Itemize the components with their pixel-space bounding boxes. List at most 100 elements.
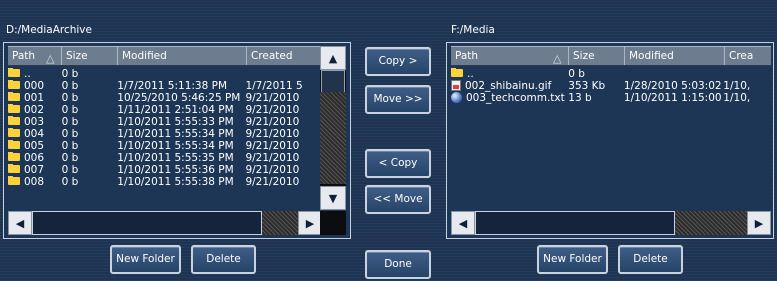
scroll-down-button[interactable]: ▼ <box>320 186 346 210</box>
file-row[interactable]: 003_techcomm.txt13 b 1/10/2011 1:15:00 PM… <box>451 92 769 104</box>
file-row[interactable]: .. 0 b <box>451 68 769 80</box>
right-col-created[interactable]: Crea <box>725 47 771 65</box>
scroll-left-button[interactable]: ◀ <box>451 211 475 235</box>
cell-created: 1/7/2011 5 <box>245 80 303 92</box>
move-right-button[interactable]: Move >> <box>365 85 431 114</box>
folder-icon <box>8 92 20 101</box>
scroll-right-button[interactable]: ▶ <box>298 211 322 235</box>
right-col-size[interactable]: Size <box>569 47 625 65</box>
left-column-header: Path △ Size Modified Created <box>8 46 322 66</box>
scroll-thumb[interactable] <box>321 70 345 94</box>
left-file-list[interactable]: Path △ Size Modified Created .. 0 b 000 0 b… <box>3 42 351 239</box>
scroll-track[interactable] <box>320 92 346 184</box>
cell-modified: 1/10/2011 5:55:38 PM <box>117 176 234 188</box>
cell-created: 9/21/2010 <box>245 92 300 104</box>
cell-name: 003 <box>8 116 62 128</box>
scroll-left-button[interactable]: ◀ <box>8 211 32 235</box>
horizontal-hatch <box>262 211 298 235</box>
folder-icon <box>8 68 20 77</box>
right-horizontal-scrollbar[interactable]: ◀ ▶ <box>451 211 771 235</box>
cell-modified: 1/10/2011 5:55:34 PM <box>117 140 234 152</box>
left-path-label: D:/MediaArchive <box>6 24 92 36</box>
left-col-created[interactable]: Created <box>247 47 322 65</box>
cell-modified: 1/11/2011 2:51:04 PM <box>117 104 234 116</box>
file-row[interactable]: 001 0 b 10/25/2010 5:46:25 PM 9/21/2010 <box>8 92 320 104</box>
right-delete-button[interactable]: Delete <box>618 245 683 274</box>
file-row[interactable]: 002 0 b 1/11/2011 2:51:04 PM 9/21/2010 <box>8 104 320 116</box>
cell-created: 1/10, <box>723 92 751 104</box>
file-row[interactable]: 004 0 b 1/10/2011 5:55:34 PM 9/21/2010 <box>8 128 320 140</box>
horizontal-track[interactable] <box>32 211 262 235</box>
left-col-size[interactable]: Size <box>62 47 118 65</box>
cell-created: 9/21/2010 <box>245 140 300 152</box>
folder-icon <box>8 128 20 137</box>
cell-size: 353 Kb <box>568 80 606 92</box>
left-vertical-scrollbar[interactable]: ▲ ▼ <box>320 46 346 210</box>
cell-name: 005 <box>8 140 62 152</box>
left-col-modified[interactable]: Modified <box>118 47 247 65</box>
file-row[interactable]: 008 0 b 1/10/2011 5:55:38 PM 9/21/2010 <box>8 176 320 188</box>
cell-size: 0 b <box>61 176 79 188</box>
folder-icon <box>8 80 20 89</box>
scroll-right-button[interactable]: ▶ <box>747 211 771 235</box>
left-panel: D:/MediaArchive Path △ Size Modified Cre… <box>0 0 360 281</box>
cell-modified: 10/25/2010 5:46:25 PM <box>117 92 241 104</box>
cell-size: 0 b <box>61 116 79 128</box>
cell-size: 13 b <box>568 92 592 104</box>
cell-name: 006 <box>8 152 62 164</box>
cell-name: 004 <box>8 128 62 140</box>
done-button[interactable]: Done <box>365 250 431 279</box>
cell-name: .. <box>451 68 568 80</box>
cell-size: 0 b <box>61 92 79 104</box>
cell-created: 9/21/2010 <box>245 128 300 140</box>
copy-left-button[interactable]: < Copy <box>365 149 431 178</box>
right-rows: .. 0 b 002_shibainu.gif 353 Kb 1/28/2010 5:0… <box>451 68 769 104</box>
right-column-header: Path △ Size Modified Crea <box>451 46 771 66</box>
right-file-list[interactable]: Path △ Size Modified Crea .. 0 b 002_shiba… <box>446 42 774 239</box>
move-left-button[interactable]: << Move <box>365 185 431 214</box>
cell-name: 003_techcomm.txt <box>451 92 568 104</box>
cell-size: 0 b <box>61 152 79 164</box>
horizontal-hatch <box>675 211 747 235</box>
cell-created: 9/21/2010 <box>245 152 300 164</box>
right-new-folder-button[interactable]: New Folder <box>537 245 608 274</box>
cell-size: 0 b <box>568 68 585 80</box>
copy-right-button[interactable]: Copy > <box>365 47 431 76</box>
left-delete-button[interactable]: Delete <box>191 245 256 274</box>
cell-modified: 1/10/2011 5:55:35 PM <box>117 152 234 164</box>
cell-size: 0 b <box>61 68 79 80</box>
cell-size: 0 b <box>61 128 79 140</box>
triangle-left-icon: ◀ <box>15 216 25 230</box>
cell-name: 008 <box>8 176 62 188</box>
right-col-modified[interactable]: Modified <box>625 47 725 65</box>
cell-name: 002 <box>8 104 62 116</box>
cell-name: 000 <box>8 80 62 92</box>
file-row[interactable]: .. 0 b <box>8 68 320 80</box>
gif-file-icon <box>451 80 461 91</box>
left-col-path[interactable]: Path △ <box>8 47 62 65</box>
right-col-path[interactable]: Path △ <box>451 47 569 65</box>
file-row[interactable]: 000 0 b 1/7/2011 5:11:38 PM 1/7/2011 5 <box>8 80 320 92</box>
cell-created: 9/21/2010 <box>245 116 300 128</box>
triangle-right-icon: ▶ <box>305 216 315 230</box>
cell-modified: 1/10/2011 5:55:34 PM <box>117 128 234 140</box>
file-row[interactable]: 005 0 b 1/10/2011 5:55:34 PM 9/21/2010 <box>8 140 320 152</box>
folder-icon <box>8 116 20 125</box>
cell-created: 9/21/2010 <box>245 104 300 116</box>
left-new-folder-button[interactable]: New Folder <box>110 245 181 274</box>
cell-size: 0 b <box>61 140 79 152</box>
left-horizontal-scrollbar[interactable]: ◀ ▶ <box>8 211 322 235</box>
cell-name: 001 <box>8 92 62 104</box>
horizontal-track[interactable] <box>475 211 675 235</box>
cell-name: .. <box>8 68 62 80</box>
cell-created: 9/21/2010 <box>245 176 300 188</box>
left-rows: .. 0 b 000 0 b 1/7/2011 5:11:38 PM 1/7/2011 5… <box>8 68 320 188</box>
file-row[interactable]: 003 0 b 1/10/2011 5:55:33 PM 9/21/2010 <box>8 116 320 128</box>
file-row[interactable]: 007 0 b 1/10/2011 5:55:36 PM 9/21/2010 <box>8 164 320 176</box>
cell-size: 0 b <box>61 164 79 176</box>
scroll-up-button[interactable]: ▲ <box>320 46 346 70</box>
folder-icon <box>8 164 20 173</box>
file-row[interactable]: 002_shibainu.gif 353 Kb 1/28/2010 5:03:02 … <box>451 80 769 92</box>
file-row[interactable]: 006 0 b 1/10/2011 5:55:35 PM 9/21/2010 <box>8 152 320 164</box>
cell-size: 0 b <box>61 80 79 92</box>
